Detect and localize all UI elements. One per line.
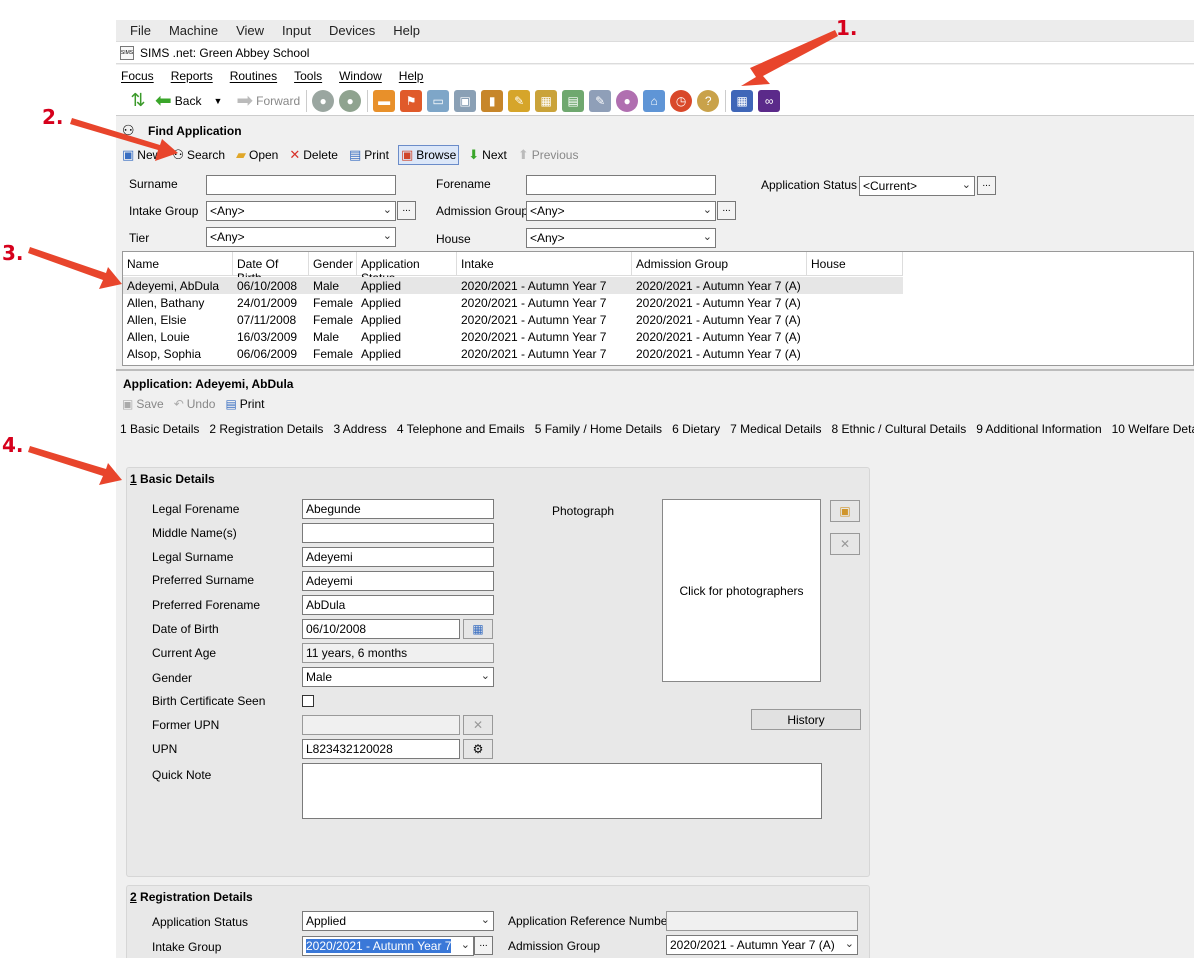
annotation-label-2: 2. [42,105,64,129]
annotation-label-4: 4. [2,433,24,457]
annotation-label-3: 3. [2,241,24,265]
annotation-arrow-2 [70,118,178,161]
annotation-arrow-4 [28,446,122,485]
annotation-overlay [28,30,838,485]
annotation-label-1: 1. [836,16,858,40]
annotation-arrow-3 [28,247,122,289]
annotation-arrow-1 [741,30,838,86]
